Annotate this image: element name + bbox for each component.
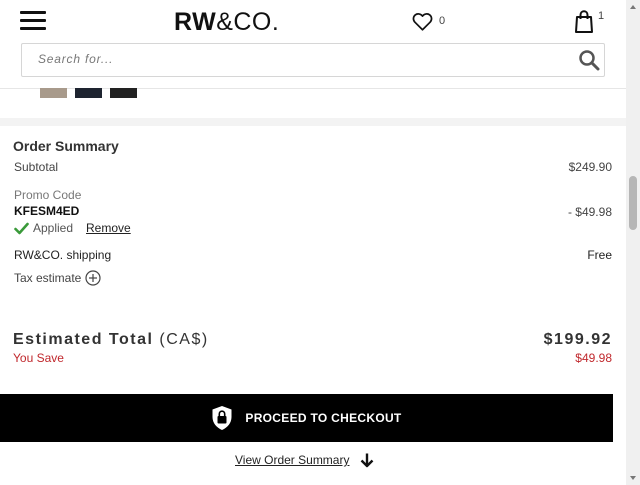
secure-lock-icon [212, 406, 232, 430]
logo-bold: RW [174, 8, 217, 36]
you-save-label: You Save [13, 351, 64, 365]
search-icon[interactable] [578, 49, 600, 71]
proceed-to-checkout-button[interactable]: PROCEED TO CHECKOUT [0, 394, 613, 442]
bag-button[interactable]: 1 [574, 10, 604, 34]
checkmark-icon [14, 222, 29, 234]
arrow-down-icon [361, 453, 374, 468]
you-save-value: $49.98 [575, 351, 612, 365]
view-order-summary-link[interactable]: View Order Summary [235, 452, 375, 468]
scroll-down-arrow-icon[interactable] [626, 471, 640, 485]
tax-estimate-toggle[interactable]: Tax estimate [14, 270, 101, 286]
product-swatches [0, 88, 626, 98]
logo-rest: &CO. [216, 8, 280, 36]
bag-count: 1 [598, 10, 605, 22]
scroll-up-arrow-icon[interactable] [626, 0, 640, 14]
subtotal-value: $249.90 [568, 160, 612, 174]
heart-icon [412, 12, 433, 31]
shipping-label: RW&CO. shipping [14, 248, 112, 262]
shopping-bag-icon [575, 10, 593, 33]
promo-code-value: KFESM4ED [14, 204, 80, 218]
search-input[interactable] [38, 44, 568, 74]
search-bar [21, 43, 605, 77]
promo-code-label: Promo Code [14, 188, 82, 202]
section-divider [0, 118, 626, 126]
subtotal-label: Subtotal [14, 160, 59, 174]
applied-label: Applied [33, 221, 74, 235]
menu-icon[interactable] [20, 11, 46, 31]
brand-logo[interactable]: RW&CO. [174, 8, 279, 37]
wishlist-count: 0 [439, 15, 446, 27]
swatch-3[interactable] [110, 88, 137, 98]
checkout-label: PROCEED TO CHECKOUT [245, 411, 402, 425]
currency-label: (CA$) [159, 331, 209, 348]
view-order-summary-label: View Order Summary [235, 453, 350, 467]
remove-promo-link[interactable]: Remove [86, 221, 131, 235]
order-summary-title: Order Summary [13, 138, 119, 154]
estimated-total-text: Estimated Total [13, 331, 154, 348]
swatch-1[interactable] [40, 88, 67, 98]
promo-applied-status: Applied [14, 221, 73, 235]
promo-discount-value: - $49.98 [567, 205, 612, 219]
shipping-value: Free [587, 248, 612, 262]
plus-circle-icon [85, 270, 101, 286]
tax-estimate-label: Tax estimate [14, 271, 82, 285]
scrollbar-thumb[interactable] [629, 176, 637, 230]
wishlist-button[interactable]: 0 [412, 10, 445, 32]
estimated-total-label: Estimated Total (CA$) [13, 331, 209, 349]
vertical-scrollbar[interactable] [626, 0, 640, 485]
site-header: RW&CO. 0 1 [0, 0, 626, 89]
swatch-2[interactable] [75, 88, 102, 98]
estimated-total-value: $199.92 [543, 331, 612, 348]
